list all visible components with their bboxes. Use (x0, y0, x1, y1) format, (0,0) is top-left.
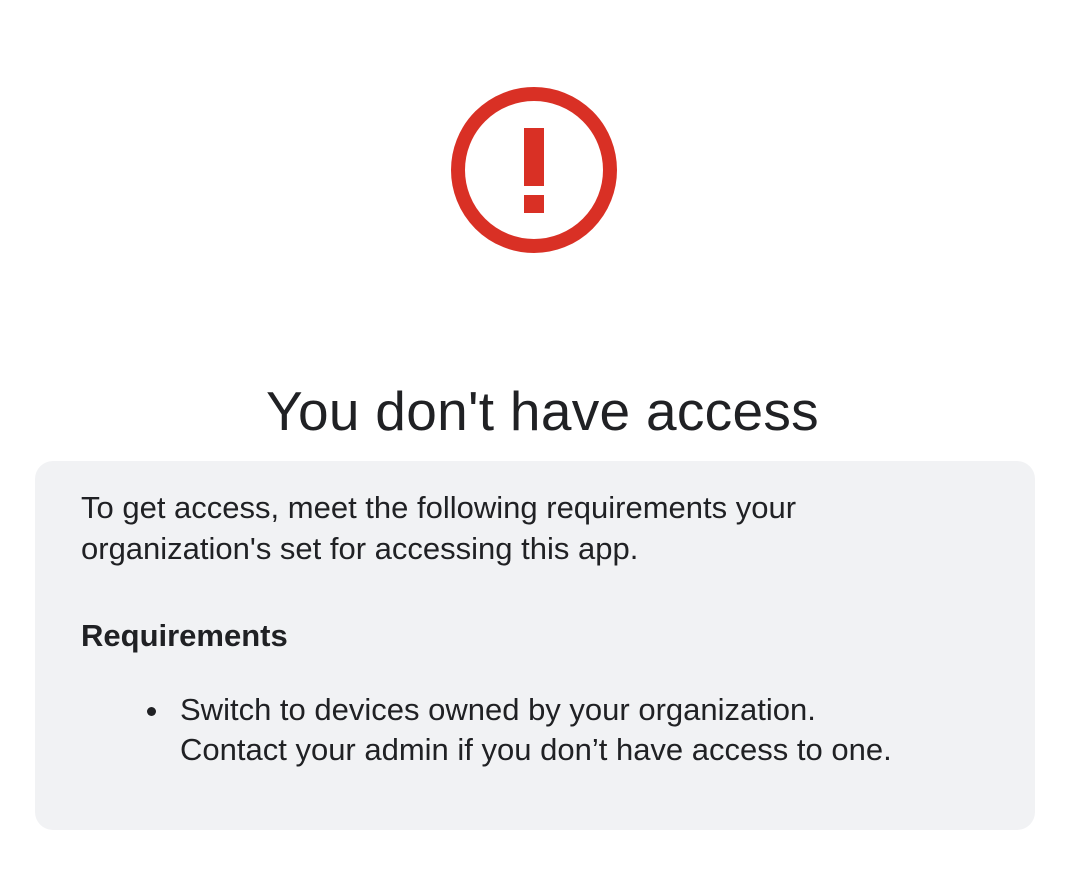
requirement-line-2: Contact your admin if you don’t have acc… (180, 732, 892, 767)
requirement-item: Switch to devices owned by your organiza… (145, 690, 1005, 770)
panel-intro-text: To get access, meet the following requir… (81, 487, 961, 569)
requirements-list: Switch to devices owned by your organiza… (145, 690, 1005, 770)
requirements-panel: To get access, meet the following requir… (35, 461, 1035, 830)
bullet-icon (147, 707, 156, 716)
requirements-heading: Requirements (81, 618, 288, 653)
panel-intro-line-2: organization's set for accessing this ap… (81, 531, 639, 566)
exclamation-circle-icon (450, 86, 618, 254)
requirement-line-1: Switch to devices owned by your organiza… (180, 692, 816, 727)
panel-intro-line-1: To get access, meet the following requir… (81, 490, 797, 525)
page-title: You don't have access (266, 379, 819, 442)
